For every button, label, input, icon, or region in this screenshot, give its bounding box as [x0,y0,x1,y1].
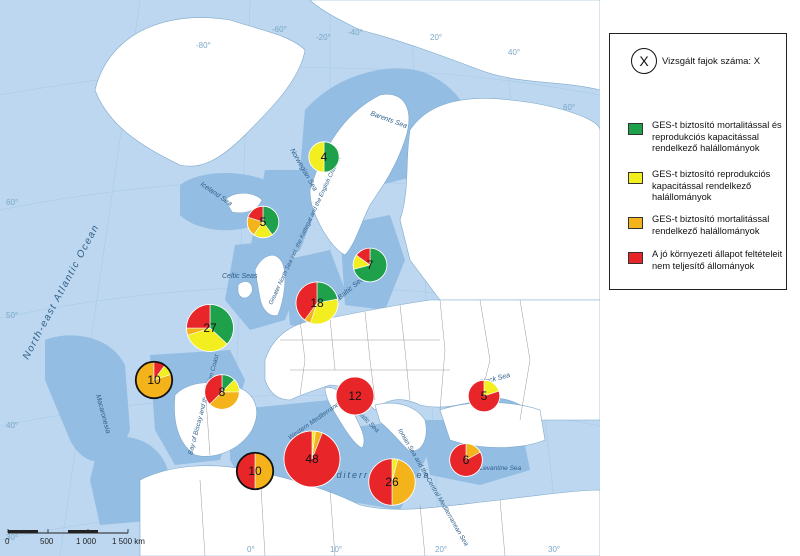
pie-count-label: 5 [481,389,488,403]
lat-label: 40° [6,421,18,430]
pie-western-med-macaronesia-style-: 10 [235,451,275,491]
pie-count-label: 8 [219,385,226,399]
lon-label: 20° [435,545,447,554]
lon-label: 20° [430,33,442,42]
pie-black-sea: 5 [467,379,501,413]
pie-count-label: 7 [367,258,374,272]
lon-label: -40° [348,28,363,37]
pie-aegean: 6 [449,443,483,477]
pie-count-label: 4 [321,150,328,164]
lat-label: 50° [6,311,18,320]
europe-sea-map: -80° -20° -60° -40° 20° 40° 60° 60° 50° … [0,0,600,556]
scale-tick: 1 000 [76,537,97,546]
pie-count-label: 6 [463,453,470,467]
pie-barents: 4 [308,141,340,173]
label-celtic: Celtic Seas [222,273,258,280]
legend-key-label: Vizsgált fajok száma: X [662,56,761,67]
legend: X Vizsgált fajok száma: X GES-t biztosít… [609,33,787,290]
pie-count-label: 10 [147,373,161,387]
legend-key-circle: X [631,48,657,74]
lon-label: 60° [563,103,575,112]
pie-count-label: 10 [248,464,262,478]
lon-label: 0° [247,545,255,554]
scale-tick: 500 [40,537,54,546]
pie-adriatic: 12 [335,376,375,416]
scale-tick: 1 500 km [112,537,145,546]
lon-label: -60° [272,25,287,34]
pie-macaronesia: 10 [134,360,174,400]
legend-swatch-orange [628,217,643,229]
lat-label: 60° [6,198,18,207]
pie-count-label: 48 [305,452,319,466]
pie-ionian: 26 [368,458,416,506]
lon-label: 30° [548,545,560,554]
pie-count-label: 18 [310,296,324,310]
pie-western-med: 48 [283,430,341,488]
pie-iceland: 5 [246,205,280,239]
lon-label: -20° [316,33,331,42]
pie-count-label: 27 [203,321,217,335]
lon-label: 40° [508,48,520,57]
legend-item-label: A jó környezeti állapot feltételeit nem … [652,249,783,271]
pie-count-label: 12 [348,389,362,403]
legend-swatch-red [628,252,643,264]
pie-count-label: 26 [385,475,399,489]
legend-item-label: GES-t biztosító mortalitással rendelkező… [652,214,770,236]
pie-baltic: 7 [352,247,388,283]
lon-label: -80° [196,41,211,50]
legend-item-label: GES-t biztosító mortalitással és reprodu… [652,120,782,153]
lon-label: 10° [330,545,342,554]
pie-biscay: 8 [204,374,240,410]
pie-north-sea: 18 [295,281,339,325]
pie-celtic: 27 [186,304,234,352]
legend-swatch-green [628,123,643,135]
scale-tick: 0 [5,537,10,546]
legend-swatch-yellow [628,172,643,184]
legend-item-label: GES-t biztosító reprodukciós kapacitássa… [652,169,771,202]
pie-count-label: 5 [260,215,267,229]
